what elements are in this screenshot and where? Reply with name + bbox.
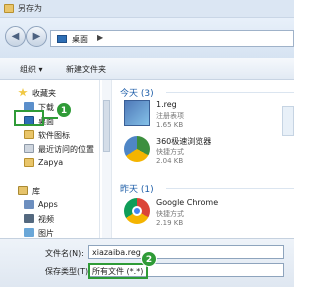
sidebar-item-zapya[interactable]: Zapya xyxy=(24,156,106,170)
file-size: 2.04 KB xyxy=(156,157,184,165)
filename-label: 文件名(N): xyxy=(45,249,84,258)
sidebar-item-label: 最近访问的位置 xyxy=(38,145,94,154)
sidebar-item-label: Apps xyxy=(38,200,58,209)
file-type: 注册表项 xyxy=(156,112,184,120)
registry-file-icon xyxy=(124,100,150,126)
file-type: 快捷方式 xyxy=(156,148,184,156)
desktop-icon xyxy=(57,35,67,43)
group-yesterday[interactable]: 昨天 (1) xyxy=(120,182,154,195)
new-folder-button[interactable]: 新建文件夹 xyxy=(66,64,106,75)
sidebar-item-label: 视频 xyxy=(38,215,54,224)
file-item-360-browser[interactable]: 360极速浏览器 快捷方式 2.04 KB xyxy=(124,136,264,176)
file-name: 1.reg xyxy=(156,100,177,109)
apps-icon xyxy=(24,200,34,209)
annotation-step-1: 1 xyxy=(56,102,72,118)
address-bar-area: ◀ ▶ 桌面 ▶ xyxy=(0,18,294,58)
file-name: 360极速浏览器 xyxy=(156,137,212,146)
sidebar-item-label: 库 xyxy=(32,187,40,196)
forward-button[interactable]: ▶ xyxy=(26,26,47,47)
chrome-icon xyxy=(124,198,150,224)
group-divider xyxy=(166,188,294,189)
filename-value[interactable]: xiazaiba.reg xyxy=(92,248,141,257)
file-size: 2.19 KB xyxy=(156,219,184,227)
save-panel: 文件名(N): xiazaiba.reg 保存类型(T): 所有文件 (*.*)… xyxy=(0,238,294,287)
sidebar: 收藏夹 下载 桌面 软件图标 最近访问的位置 Zapya 库 Apps 视频 图… xyxy=(0,80,100,238)
filename-input[interactable]: xiazaiba.reg xyxy=(88,245,284,259)
window-title: 另存为 xyxy=(18,4,42,13)
annotation-connector xyxy=(44,117,58,119)
folder-icon xyxy=(24,130,34,139)
file-type: 快捷方式 xyxy=(156,210,184,218)
sidebar-item-label: 软件图标 xyxy=(38,131,70,140)
sidebar-item-apps[interactable]: Apps xyxy=(24,198,106,212)
back-button[interactable]: ◀ xyxy=(5,26,26,47)
address-bar[interactable]: 桌面 ▶ xyxy=(50,30,294,47)
recent-places-icon xyxy=(24,144,34,153)
partial-file-icon[interactable] xyxy=(282,106,294,136)
save-type-highlight xyxy=(88,263,148,279)
folder-icon xyxy=(24,158,34,167)
save-type-label: 保存类型(T): xyxy=(45,267,91,276)
sidebar-item-label: 收藏夹 xyxy=(32,89,56,98)
file-list: 今天 (3) 1.reg 注册表项 1.65 KB 360极速浏览器 快捷方式 … xyxy=(114,80,294,238)
sidebar-item-software-icons[interactable]: 软件图标 xyxy=(24,128,106,142)
video-icon xyxy=(24,214,34,223)
scrollbar-thumb[interactable] xyxy=(103,100,110,152)
save-type-select[interactable]: 所有文件 (*.*) xyxy=(88,263,284,279)
address-arrow[interactable]: ▶ xyxy=(97,33,103,42)
chrome-icon-center xyxy=(132,206,142,216)
file-size: 1.65 KB xyxy=(156,121,184,129)
toolbar: 组织 ▾ 新建文件夹 xyxy=(0,58,294,80)
address-location[interactable]: 桌面 xyxy=(72,34,88,45)
sidebar-item-label: Zapya xyxy=(38,158,64,167)
sidebar-item-library[interactable]: 库 xyxy=(18,184,100,198)
sidebar-item-favorites[interactable]: 收藏夹 xyxy=(18,86,100,100)
sidebar-item-videos[interactable]: 视频 xyxy=(24,212,106,226)
folder-icon xyxy=(4,4,14,13)
file-item-chrome[interactable]: Google Chrome 快捷方式 2.19 KB xyxy=(124,198,264,238)
title-bar: 另存为 xyxy=(0,0,294,18)
annotation-step-2: 2 xyxy=(141,251,157,267)
browser-icon xyxy=(124,136,150,162)
library-icon xyxy=(18,186,28,195)
sidebar-item-recent[interactable]: 最近访问的位置 xyxy=(24,142,106,156)
star-icon xyxy=(18,88,28,97)
group-divider xyxy=(166,92,294,93)
group-today[interactable]: 今天 (3) xyxy=(120,86,154,99)
desktop-highlight xyxy=(14,110,44,126)
picture-icon xyxy=(24,228,34,237)
file-name: Google Chrome xyxy=(156,198,219,207)
organize-button[interactable]: 组织 ▾ xyxy=(20,64,43,75)
sidebar-scrollbar[interactable] xyxy=(102,80,112,238)
file-item-reg[interactable]: 1.reg 注册表项 1.65 KB xyxy=(124,100,264,140)
